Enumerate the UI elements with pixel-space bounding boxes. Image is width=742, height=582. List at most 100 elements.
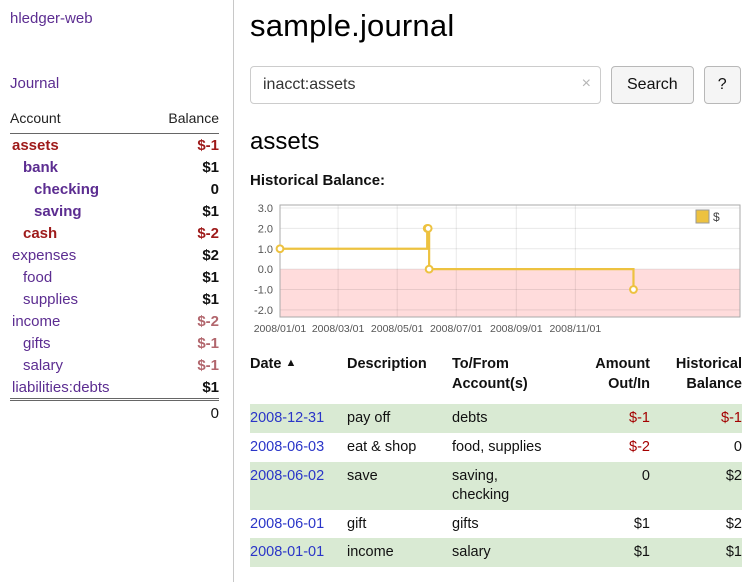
- transaction-date-link[interactable]: 2008-06-02: [250, 468, 324, 484]
- account-link-cash[interactable]: cash: [10, 222, 149, 244]
- transaction-accounts: salary: [452, 538, 560, 567]
- x-tick-label: 2008/09/01: [490, 323, 543, 335]
- transaction-balance: $2: [650, 510, 742, 539]
- transaction-date-cell: 2008-01-01: [250, 538, 347, 567]
- account-balance: $2: [149, 244, 219, 266]
- account-balance: $1: [149, 288, 219, 310]
- y-tick-label: 3.0: [258, 203, 273, 215]
- register-table: Date ▲ Description To/From Account(s) Am…: [250, 355, 742, 567]
- x-tick-label: 2008/01/01: [254, 323, 307, 335]
- data-point: [277, 245, 284, 252]
- transaction-description: gift: [347, 510, 452, 539]
- clear-search-icon[interactable]: ×: [582, 76, 591, 92]
- transaction-date-cell: 2008-06-02: [250, 462, 347, 510]
- account-link-liabilities:debts[interactable]: liabilities:debts: [10, 376, 149, 400]
- account-balance: $1: [149, 200, 219, 222]
- register-row: 2008-12-31pay offdebts$-1$-1: [250, 404, 742, 433]
- account-row: food$1: [10, 266, 219, 288]
- account-link-supplies[interactable]: supplies: [10, 288, 149, 310]
- register-header-description: Description: [347, 355, 452, 404]
- account-heading: assets: [250, 128, 742, 156]
- legend-swatch: [696, 210, 709, 223]
- transaction-amount: $1: [560, 510, 650, 539]
- y-tick-label: -1.0: [254, 285, 273, 297]
- account-row: liabilities:debts$1: [10, 376, 219, 400]
- transaction-amount: $-2: [560, 433, 650, 462]
- accounts-body: assets$-1bank$1checking0saving$1cash$-2e…: [10, 134, 219, 400]
- search-form: × Search ?: [250, 66, 742, 104]
- account-balance: 0: [149, 178, 219, 200]
- account-link-gifts[interactable]: gifts: [10, 332, 149, 354]
- accounts-total-row: 0: [10, 400, 219, 427]
- register-row: 2008-06-02 savesaving, checking0$2: [250, 462, 742, 510]
- account-row: assets$-1: [10, 134, 219, 157]
- help-button[interactable]: ?: [704, 66, 741, 104]
- transaction-balance: $2: [650, 462, 742, 510]
- transaction-accounts: gifts: [452, 510, 560, 539]
- search-input[interactable]: [250, 66, 601, 104]
- accounts-header-row: Account Balance: [10, 104, 219, 134]
- transaction-accounts: saving, checking: [452, 462, 560, 510]
- transaction-amount: 0: [560, 462, 650, 510]
- transaction-date-link[interactable]: 2008-01-01: [250, 544, 324, 560]
- transaction-balance: $1: [650, 538, 742, 567]
- brand-link[interactable]: hledger-web: [10, 10, 93, 27]
- transaction-date-link[interactable]: 2008-06-01: [250, 516, 324, 532]
- balance-chart-svg: 3.0 2.0 1.0 0.0 -1.0 -2.0 2008/01/01 2008/03/01…: [250, 201, 742, 341]
- register-row: 2008-06-01 giftgifts$1$2: [250, 510, 742, 539]
- transaction-date-link[interactable]: 2008-12-31: [250, 410, 324, 426]
- page-title: sample.journal: [250, 8, 742, 44]
- y-tick-label: 1.0: [258, 244, 273, 256]
- transaction-date-cell: 2008-12-31: [250, 404, 347, 433]
- hledger-web-app: hledger-web Journal Account Balance asse…: [0, 0, 742, 582]
- account-balance: $1: [149, 376, 219, 400]
- transaction-balance: 0: [650, 433, 742, 462]
- balance-chart: 3.0 2.0 1.0 0.0 -1.0 -2.0 2008/01/01 2008/03/01…: [250, 201, 742, 341]
- search-button[interactable]: Search: [611, 66, 694, 104]
- register-body: 2008-12-31pay offdebts$-1$-1 2008-06-03 ea…: [250, 404, 742, 567]
- y-tick-label: -2.0: [254, 305, 273, 317]
- account-link-saving[interactable]: saving: [10, 200, 149, 222]
- account-row: cash$-2: [10, 222, 219, 244]
- transaction-date-link[interactable]: 2008-06-03: [250, 439, 324, 455]
- account-balance: $-2: [149, 222, 219, 244]
- register-header-date[interactable]: Date ▲: [250, 355, 347, 404]
- account-link-income[interactable]: income: [10, 310, 149, 332]
- y-tick-label: 0.0: [258, 264, 273, 276]
- register-row: 2008-06-03eat & shopfood, supplies$-20: [250, 433, 742, 462]
- account-row: salary$-1: [10, 354, 219, 376]
- account-link-food[interactable]: food: [10, 266, 149, 288]
- account-link-expenses[interactable]: expenses: [10, 244, 149, 266]
- register-header-row: Date ▲ Description To/From Account(s) Am…: [250, 355, 742, 404]
- accounts-header-balance: Balance: [149, 104, 219, 134]
- transaction-description: eat & shop: [347, 433, 452, 462]
- x-tick-label: 2008/07/01: [430, 323, 483, 335]
- legend-label: $: [713, 210, 720, 224]
- register-header-amount: Amount Out/In: [560, 355, 650, 404]
- transaction-date-cell: 2008-06-03: [250, 433, 347, 462]
- transaction-description: save: [347, 462, 452, 510]
- account-row: gifts$-1: [10, 332, 219, 354]
- account-link-assets[interactable]: assets: [10, 134, 149, 157]
- account-row: checking0: [10, 178, 219, 200]
- account-row: supplies$1: [10, 288, 219, 310]
- account-balance: $-1: [149, 134, 219, 157]
- accounts-table: Account Balance assets$-1bank$1checking0…: [10, 104, 219, 426]
- account-row: bank$1: [10, 156, 219, 178]
- account-row: income$-2: [10, 310, 219, 332]
- account-link-checking[interactable]: checking: [10, 178, 149, 200]
- y-tick-label: 2.0: [258, 223, 273, 235]
- x-tick-label: 2008/03/01: [312, 323, 365, 335]
- account-balance: $-2: [149, 310, 219, 332]
- transaction-description: income: [347, 538, 452, 567]
- search-input-wrap: ×: [250, 66, 601, 104]
- sidebar-item-journal[interactable]: Journal: [10, 75, 59, 92]
- account-link-bank[interactable]: bank: [10, 156, 149, 178]
- account-row: expenses$2: [10, 244, 219, 266]
- data-point: [630, 286, 637, 293]
- transaction-date-cell: 2008-06-01: [250, 510, 347, 539]
- main-content: sample.journal × Search ? assets Histori…: [234, 0, 742, 582]
- data-point: [426, 266, 433, 273]
- account-link-salary[interactable]: salary: [10, 354, 149, 376]
- register-header-balance: Historical Balance: [650, 355, 742, 404]
